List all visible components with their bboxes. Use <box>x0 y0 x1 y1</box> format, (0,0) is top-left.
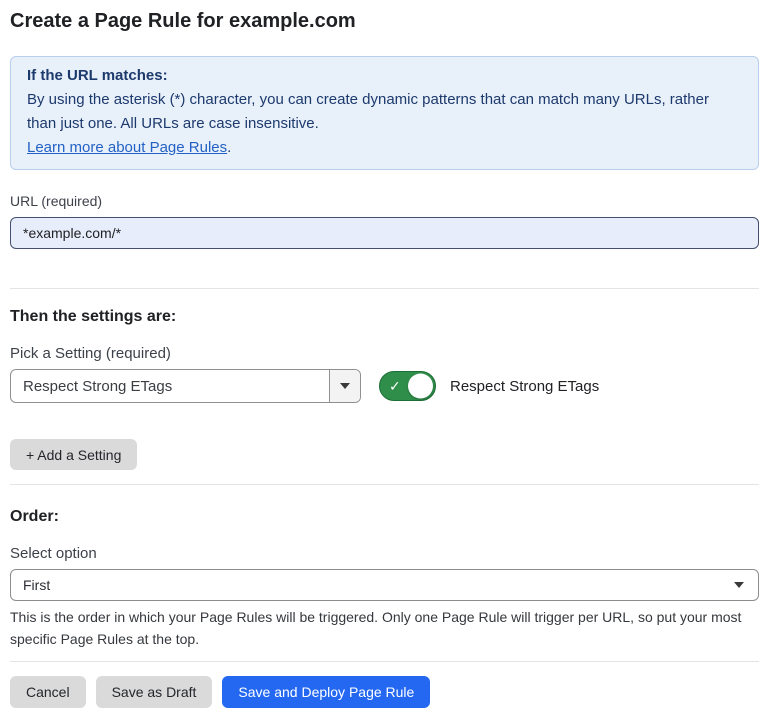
settings-section-heading: Then the settings are: <box>10 307 759 327</box>
pick-setting-label: Pick a Setting (required) <box>10 345 759 363</box>
url-field-label: URL (required) <box>10 192 759 210</box>
info-box-link-line: Learn more about Page Rules. <box>27 136 742 160</box>
cancel-button[interactable]: Cancel <box>10 676 86 708</box>
setting-select-arrow-button[interactable] <box>329 370 360 402</box>
info-box-body: By using the asterisk (*) character, you… <box>27 88 742 136</box>
order-select[interactable]: First <box>10 569 759 601</box>
order-select-value: First <box>23 577 734 593</box>
setting-select-value: Respect Strong ETags <box>11 370 329 402</box>
divider <box>10 288 759 289</box>
save-and-deploy-button[interactable]: Save and Deploy Page Rule <box>222 676 430 708</box>
learn-more-link[interactable]: Learn more about Page Rules <box>27 139 227 156</box>
footer-actions: Cancel Save as Draft Save and Deploy Pag… <box>10 676 759 708</box>
setting-select[interactable]: Respect Strong ETags <box>10 369 361 403</box>
page-rule-form: Create a Page Rule for example.com If th… <box>0 8 769 708</box>
order-helper-text: This is the order in which your Page Rul… <box>10 606 750 650</box>
chevron-down-icon <box>340 383 350 389</box>
add-setting-button[interactable]: + Add a Setting <box>10 439 137 470</box>
order-select-label: Select option <box>10 545 759 563</box>
setting-toggle[interactable]: ✓ <box>379 371 436 401</box>
url-match-info-box: If the URL matches: By using the asteris… <box>10 56 759 170</box>
divider <box>10 484 759 485</box>
order-section-heading: Order: <box>10 507 759 527</box>
chevron-down-icon <box>734 582 744 588</box>
toggle-knob <box>408 374 433 399</box>
url-input[interactable] <box>10 217 759 249</box>
save-as-draft-button[interactable]: Save as Draft <box>96 676 213 708</box>
setting-toggle-label: Respect Strong ETags <box>450 378 599 395</box>
page-title: Create a Page Rule for example.com <box>10 8 759 34</box>
info-box-heading: If the URL matches: <box>27 64 742 88</box>
setting-row: Respect Strong ETags ✓ Respect Strong ET… <box>10 369 759 403</box>
check-icon: ✓ <box>389 379 401 393</box>
link-period: . <box>227 139 231 156</box>
divider <box>10 661 759 662</box>
